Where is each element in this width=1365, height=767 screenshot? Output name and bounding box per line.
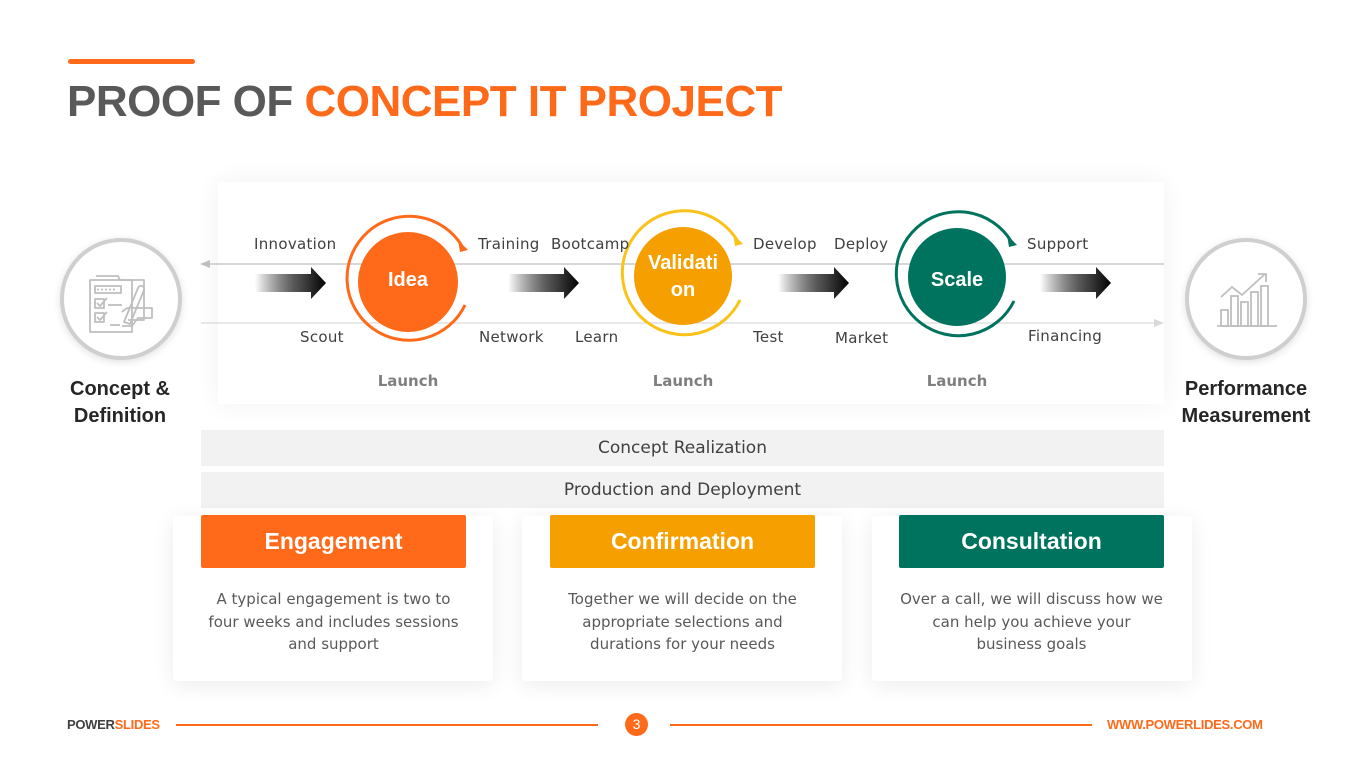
flow-arrow-icon: [778, 267, 849, 299]
flow-word-bottom: Market: [835, 329, 889, 347]
footer-divider-left: [176, 724, 598, 726]
brand-dark-part: POWER: [67, 717, 115, 732]
flow-word-bottom: Scout: [300, 328, 344, 346]
page-number-badge: 3: [625, 713, 648, 736]
left-arrowhead-icon: [200, 260, 210, 268]
flow-word-top: Develop: [753, 235, 817, 253]
confirmation-card-title: Confirmation: [550, 515, 815, 568]
flow-word-top: Deploy: [834, 235, 889, 253]
launch-label: Launch: [926, 372, 988, 390]
flow-word-top: Training: [478, 235, 540, 253]
flow-word-bottom: Financing: [1028, 327, 1103, 345]
flow-arrow-icon: [508, 267, 579, 299]
ring-arrowhead-icon: [733, 234, 743, 246]
label-line: Validati: [647, 252, 719, 274]
engagement-card-text: A typical engagement is two to four week…: [208, 590, 459, 653]
flow-word-top: Support: [1027, 235, 1089, 253]
stage-label-scale: Scale: [930, 269, 984, 291]
concept-realization-bar: Concept Realization: [201, 430, 1164, 466]
flow-word-bottom: Learn: [575, 328, 619, 346]
footer-brand-logo: POWERSLIDES: [67, 717, 160, 732]
brand-accent-part: SLIDES: [114, 717, 160, 732]
stage-label-validation: Validati on: [633, 250, 733, 304]
flow-word-top: Innovation: [254, 235, 337, 253]
footer-divider-right: [670, 724, 1092, 726]
production-deployment-bar: Production and Deployment: [201, 472, 1164, 508]
ring-arrowhead-icon: [458, 240, 468, 252]
flow-word-top: Bootcamp: [551, 235, 630, 253]
flow-arrow-icon: [1040, 267, 1111, 299]
flow-arrow-icon: [255, 267, 326, 299]
flow-word-bottom: Network: [479, 328, 544, 346]
confirmation-card-text: Together we will decide on the appropria…: [568, 590, 797, 653]
flow-word-bottom: Test: [753, 328, 784, 346]
consultation-card-title: Consultation: [899, 515, 1164, 568]
engagement-card-title: Engagement: [201, 515, 466, 568]
stage-label-idea: Idea: [387, 269, 429, 291]
right-arrowhead-icon: [1154, 319, 1164, 327]
launch-label: Launch: [652, 372, 714, 390]
footer-website-link[interactable]: WWW.POWERLIDES.COM: [1107, 717, 1263, 732]
consultation-card-text: Over a call, we will discuss how we can …: [900, 590, 1163, 653]
ring-arrowhead-icon: [1007, 235, 1017, 247]
launch-label: Launch: [377, 372, 439, 390]
label-line: on: [670, 279, 696, 301]
